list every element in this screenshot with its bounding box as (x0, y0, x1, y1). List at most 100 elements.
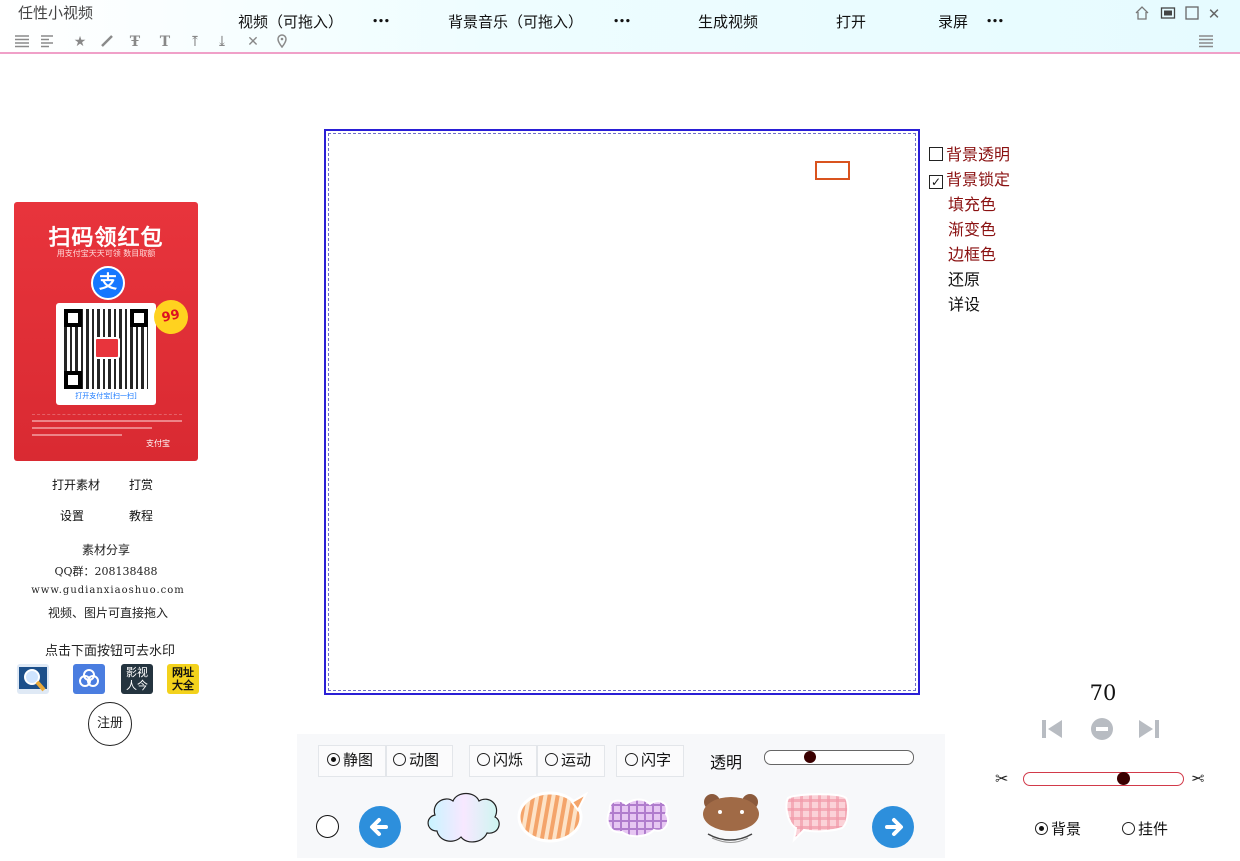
opacity-slider[interactable] (764, 750, 914, 765)
background-lock-option[interactable]: ✓ 背景锁定 (926, 166, 1010, 190)
border-color-option[interactable]: 边框色 (948, 241, 996, 265)
url-directory-icon[interactable]: 网址大全 (167, 664, 199, 694)
canvas-safe-area (328, 133, 916, 691)
cloud-service-icon[interactable] (73, 664, 105, 694)
radio-icon[interactable] (327, 753, 340, 766)
mode-animated-label: 动图 (409, 751, 440, 769)
menu-music[interactable]: 背景音乐（可拖入） (448, 11, 583, 32)
open-material-link[interactable]: 打开素材 (52, 476, 100, 493)
layer-background-label: 背景 (1051, 820, 1082, 838)
menu-open[interactable]: 打开 (836, 11, 866, 32)
text-down-icon[interactable]: ⤓ (214, 34, 230, 50)
menu-record-more[interactable]: … (986, 6, 1004, 27)
previous-stickers-button[interactable] (359, 806, 401, 848)
menu-video[interactable]: 视频（可拖入） (238, 11, 343, 32)
selected-element-box[interactable] (815, 161, 850, 180)
qr-code: 打开支付宝[扫一扫] (56, 303, 156, 405)
background-transparent-label: 背景透明 (946, 145, 1011, 164)
home-icon[interactable] (1133, 5, 1151, 25)
details-option[interactable]: 详设 (948, 291, 980, 315)
radio-icon[interactable] (477, 753, 490, 766)
striped-oval-bubble-sticker[interactable] (516, 790, 589, 850)
radio-icon[interactable] (393, 753, 406, 766)
mode-flash-text-radio[interactable]: 闪字 (625, 749, 671, 770)
opacity-label: 透明 (710, 753, 743, 772)
close-icon[interactable]: ✕ (245, 34, 261, 50)
red-envelope-icon (94, 337, 120, 359)
mode-blink-label: 闪烁 (493, 751, 524, 769)
radio-icon[interactable] (625, 753, 638, 766)
radio-icon[interactable] (1122, 822, 1135, 835)
skip-next-icon[interactable] (1136, 716, 1162, 742)
promo-subtitle: 用支付宝天天可领 数目取额 (56, 249, 156, 258)
settings-link[interactable]: 设置 (60, 507, 84, 524)
gradient-color-option[interactable]: 渐变色 (948, 216, 996, 240)
speed-value: 70 (1089, 681, 1117, 705)
qr-corner (64, 371, 82, 389)
star-icon[interactable]: ★ (72, 34, 88, 50)
promo-brand: 支付宝 (146, 439, 170, 448)
qr-corner (130, 309, 148, 327)
checkbox-icon[interactable] (929, 147, 943, 161)
brush-icon[interactable] (99, 34, 115, 52)
location-pin-icon[interactable] (274, 34, 290, 52)
tutorial-link[interactable]: 教程 (129, 507, 153, 524)
menu-list-icon[interactable] (1198, 34, 1214, 52)
cloud-bubble-sticker[interactable] (423, 787, 503, 853)
website-link[interactable]: www.gudianxiaoshuo.com (0, 585, 216, 596)
text-up-icon[interactable]: ⤒ (187, 34, 203, 50)
scissors-left-icon[interactable]: ✂ (995, 769, 1008, 788)
arrow-right-icon (885, 818, 903, 836)
trim-slider-handle[interactable] (1117, 772, 1130, 785)
maximize-icon[interactable] (1183, 5, 1201, 25)
reward-link[interactable]: 打赏 (129, 476, 153, 493)
register-button[interactable]: 注册 (88, 702, 132, 746)
radio-icon[interactable] (545, 753, 558, 766)
menu-music-more[interactable]: … (613, 6, 631, 27)
scissors-right-icon[interactable]: ✂ (1191, 769, 1204, 788)
restore-icon[interactable] (1159, 5, 1177, 25)
background-lock-label: 背景锁定 (946, 170, 1011, 189)
restore-option[interactable]: 还原 (948, 266, 980, 290)
menu-record-screen[interactable]: 录屏 (938, 11, 968, 32)
align-left-icon[interactable] (40, 34, 56, 52)
stop-icon[interactable] (1089, 716, 1115, 742)
trim-slider[interactable] (1023, 772, 1184, 786)
mode-static-radio[interactable]: 静图 (327, 749, 373, 770)
menu-generate-video[interactable]: 生成视频 (698, 11, 758, 32)
promo-fine-print (32, 414, 182, 436)
bear-bubble-sticker[interactable] (698, 790, 764, 850)
layer-pendant-radio[interactable]: 挂件 (1122, 818, 1168, 839)
checkbox-checked-icon[interactable]: ✓ (929, 175, 943, 189)
radio-icon[interactable] (1035, 822, 1048, 835)
plaid-purple-bubble-sticker[interactable] (604, 796, 672, 844)
align-justify-icon[interactable] (14, 34, 30, 52)
no-sticker-option[interactable] (316, 815, 339, 838)
promo-caption: 打开支付宝[扫一扫] (75, 392, 137, 400)
text-icon[interactable]: T (157, 34, 173, 50)
magnifier-icon[interactable] (17, 664, 49, 694)
mode-flash-text-label: 闪字 (641, 751, 672, 769)
arrow-left-icon (370, 818, 388, 836)
title-bar: 任性小视频 视频（可拖入） … 背景音乐（可拖入） … 生成视频 打开 录屏 …… (0, 0, 1240, 54)
mode-motion-radio[interactable]: 运动 (545, 749, 591, 770)
next-stickers-button[interactable] (872, 806, 914, 848)
mode-animated-radio[interactable]: 动图 (393, 749, 439, 770)
app-title: 任性小视频 (18, 4, 94, 22)
mode-static-label: 静图 (343, 751, 374, 769)
background-transparent-option[interactable]: 背景透明 (926, 141, 1010, 165)
red-envelope-promo-image[interactable]: 扫码领红包 用支付宝天天可领 数目取额 支 打开支付宝[扫一扫] 99 支付宝 (14, 202, 198, 461)
video-canvas[interactable] (324, 129, 920, 695)
promo-badge: 99 (150, 296, 192, 338)
video-app-icon[interactable]: 影视人今 (121, 664, 153, 694)
fill-color-option[interactable]: 填充色 (948, 191, 996, 215)
menu-video-more[interactable]: … (372, 6, 390, 27)
opacity-slider-handle[interactable] (804, 751, 816, 763)
layer-background-radio[interactable]: 背景 (1035, 818, 1081, 839)
skip-previous-icon[interactable] (1039, 716, 1065, 742)
close-window-icon[interactable]: ✕ (1205, 5, 1223, 23)
pink-plaid-bubble-sticker[interactable] (782, 790, 852, 850)
qq-group-text: QQ群：208138488 (54, 565, 158, 578)
mode-blink-radio[interactable]: 闪烁 (477, 749, 523, 770)
text-outline-icon[interactable]: Ŧ (127, 34, 143, 50)
